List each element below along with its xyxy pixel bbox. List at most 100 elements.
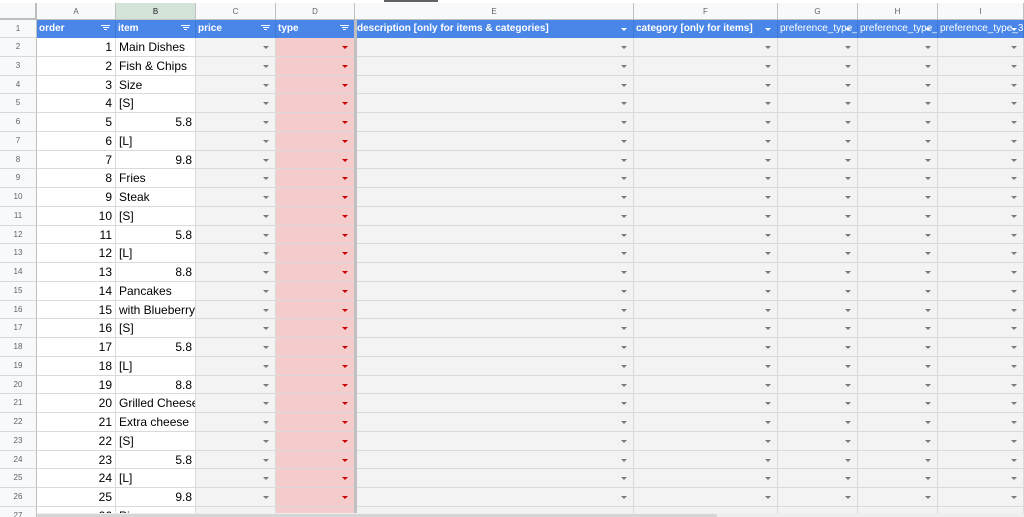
cell-h[interactable] [858, 263, 938, 282]
dropdown-arrow-icon[interactable] [621, 64, 627, 68]
dropdown-arrow-icon[interactable] [1011, 346, 1017, 349]
dropdown-arrow-icon[interactable] [845, 439, 851, 443]
cell-f[interactable] [634, 413, 778, 432]
dropdown-arrow-icon[interactable] [342, 83, 348, 87]
cell-e[interactable] [355, 188, 634, 207]
dropdown-arrow-icon[interactable] [1011, 233, 1017, 237]
cell-c[interactable] [196, 469, 276, 488]
dropdown-arrow-icon[interactable] [925, 421, 931, 424]
cell-g[interactable] [778, 131, 858, 151]
dropdown-arrow-icon[interactable] [925, 252, 931, 256]
cell-g[interactable] [778, 488, 858, 507]
cell-h[interactable] [858, 300, 938, 320]
cell-g[interactable] [778, 413, 858, 432]
row-number[interactable]: 8 [0, 150, 37, 170]
dropdown-arrow-icon[interactable] [342, 289, 348, 293]
dropdown-arrow-icon[interactable] [925, 28, 931, 31]
cell-f[interactable] [634, 375, 778, 395]
cell-b[interactable]: Fish & Chips [116, 56, 196, 76]
dropdown-arrow-icon[interactable] [845, 64, 851, 68]
cell-c[interactable] [196, 450, 276, 470]
cell-h[interactable] [858, 338, 938, 357]
cell-a[interactable]: 3 [37, 75, 116, 95]
dropdown-arrow-icon[interactable] [1011, 477, 1017, 481]
dropdown-arrow-icon[interactable] [765, 46, 771, 49]
cell-h[interactable] [858, 56, 938, 76]
header-cell-e[interactable]: description [only for items & categories… [355, 20, 634, 38]
cell-i[interactable] [938, 38, 1024, 57]
dropdown-arrow-icon[interactable] [1011, 252, 1017, 256]
cell-b[interactable]: Main Dishes [116, 38, 196, 57]
cell-h[interactable] [858, 394, 938, 413]
dropdown-arrow-icon[interactable] [1011, 121, 1017, 124]
dropdown-arrow-icon[interactable] [263, 383, 269, 387]
cell-c[interactable] [196, 38, 276, 57]
cell-h[interactable] [858, 206, 938, 226]
dropdown-arrow-icon[interactable] [925, 46, 931, 49]
dropdown-arrow-icon[interactable] [845, 458, 851, 462]
dropdown-arrow-icon[interactable] [342, 233, 348, 237]
row-number[interactable]: 18 [0, 338, 37, 357]
dropdown-arrow-icon[interactable] [1011, 458, 1017, 462]
dropdown-arrow-icon[interactable] [765, 364, 771, 368]
dropdown-arrow-icon[interactable] [765, 139, 771, 143]
cell-g[interactable] [778, 431, 858, 451]
cell-a[interactable]: 17 [37, 338, 116, 357]
cell-a[interactable]: 25 [37, 488, 116, 507]
cell-g[interactable] [778, 225, 858, 245]
dropdown-arrow-icon[interactable] [845, 158, 851, 162]
column-header-d[interactable]: D [276, 3, 355, 20]
cell-h[interactable] [858, 450, 938, 470]
dropdown-arrow-icon[interactable] [1011, 383, 1017, 387]
cell-b[interactable]: [S] [116, 206, 196, 226]
dropdown-arrow-icon[interactable] [1011, 496, 1017, 499]
select-all-corner[interactable] [0, 3, 37, 20]
dropdown-arrow-icon[interactable] [263, 102, 269, 106]
cell-g[interactable] [778, 244, 858, 263]
dropdown-arrow-icon[interactable] [342, 64, 348, 68]
column-header-f[interactable]: F [634, 3, 778, 20]
cell-d[interactable] [276, 300, 355, 320]
dropdown-arrow-icon[interactable] [263, 327, 269, 331]
dropdown-arrow-icon[interactable] [621, 308, 627, 312]
row-number[interactable]: 25 [0, 469, 37, 488]
cell-a[interactable]: 14 [37, 281, 116, 301]
cell-e[interactable] [355, 38, 634, 57]
cell-f[interactable] [634, 281, 778, 301]
cell-d[interactable] [276, 356, 355, 376]
cell-f[interactable] [634, 300, 778, 320]
header-cell-i[interactable]: preference_type_3 [938, 20, 1024, 38]
cell-h[interactable] [858, 75, 938, 95]
cell-d[interactable] [276, 488, 355, 507]
dropdown-arrow-icon[interactable] [845, 496, 851, 499]
dropdown-arrow-icon[interactable] [845, 477, 851, 481]
row-number[interactable]: 22 [0, 413, 37, 432]
dropdown-arrow-icon[interactable] [925, 102, 931, 106]
row-number[interactable]: 6 [0, 113, 37, 132]
row-number[interactable]: 9 [0, 169, 37, 188]
dropdown-arrow-icon[interactable] [845, 83, 851, 87]
cell-c[interactable] [196, 375, 276, 395]
dropdown-arrow-icon[interactable] [621, 327, 627, 331]
cell-e[interactable] [355, 338, 634, 357]
cell-c[interactable] [196, 188, 276, 207]
dropdown-arrow-icon[interactable] [263, 121, 269, 124]
dropdown-arrow-icon[interactable] [263, 421, 269, 424]
dropdown-arrow-icon[interactable] [263, 271, 269, 274]
cell-f[interactable] [634, 169, 778, 188]
cell-b[interactable]: with Blueberry [116, 300, 196, 320]
cell-d[interactable] [276, 131, 355, 151]
cell-d[interactable] [276, 469, 355, 488]
cell-e[interactable] [355, 75, 634, 95]
horizontal-scrollbar[interactable] [37, 513, 1024, 517]
dropdown-arrow-icon[interactable] [342, 364, 348, 368]
cell-b[interactable]: [S] [116, 431, 196, 451]
dropdown-arrow-icon[interactable] [925, 308, 931, 312]
cell-h[interactable] [858, 188, 938, 207]
row-number[interactable]: 21 [0, 394, 37, 413]
cell-g[interactable] [778, 319, 858, 338]
header-cell-c[interactable]: price [196, 20, 276, 38]
dropdown-arrow-icon[interactable] [845, 252, 851, 256]
cell-b[interactable]: 5.8 [116, 113, 196, 132]
cell-e[interactable] [355, 450, 634, 470]
